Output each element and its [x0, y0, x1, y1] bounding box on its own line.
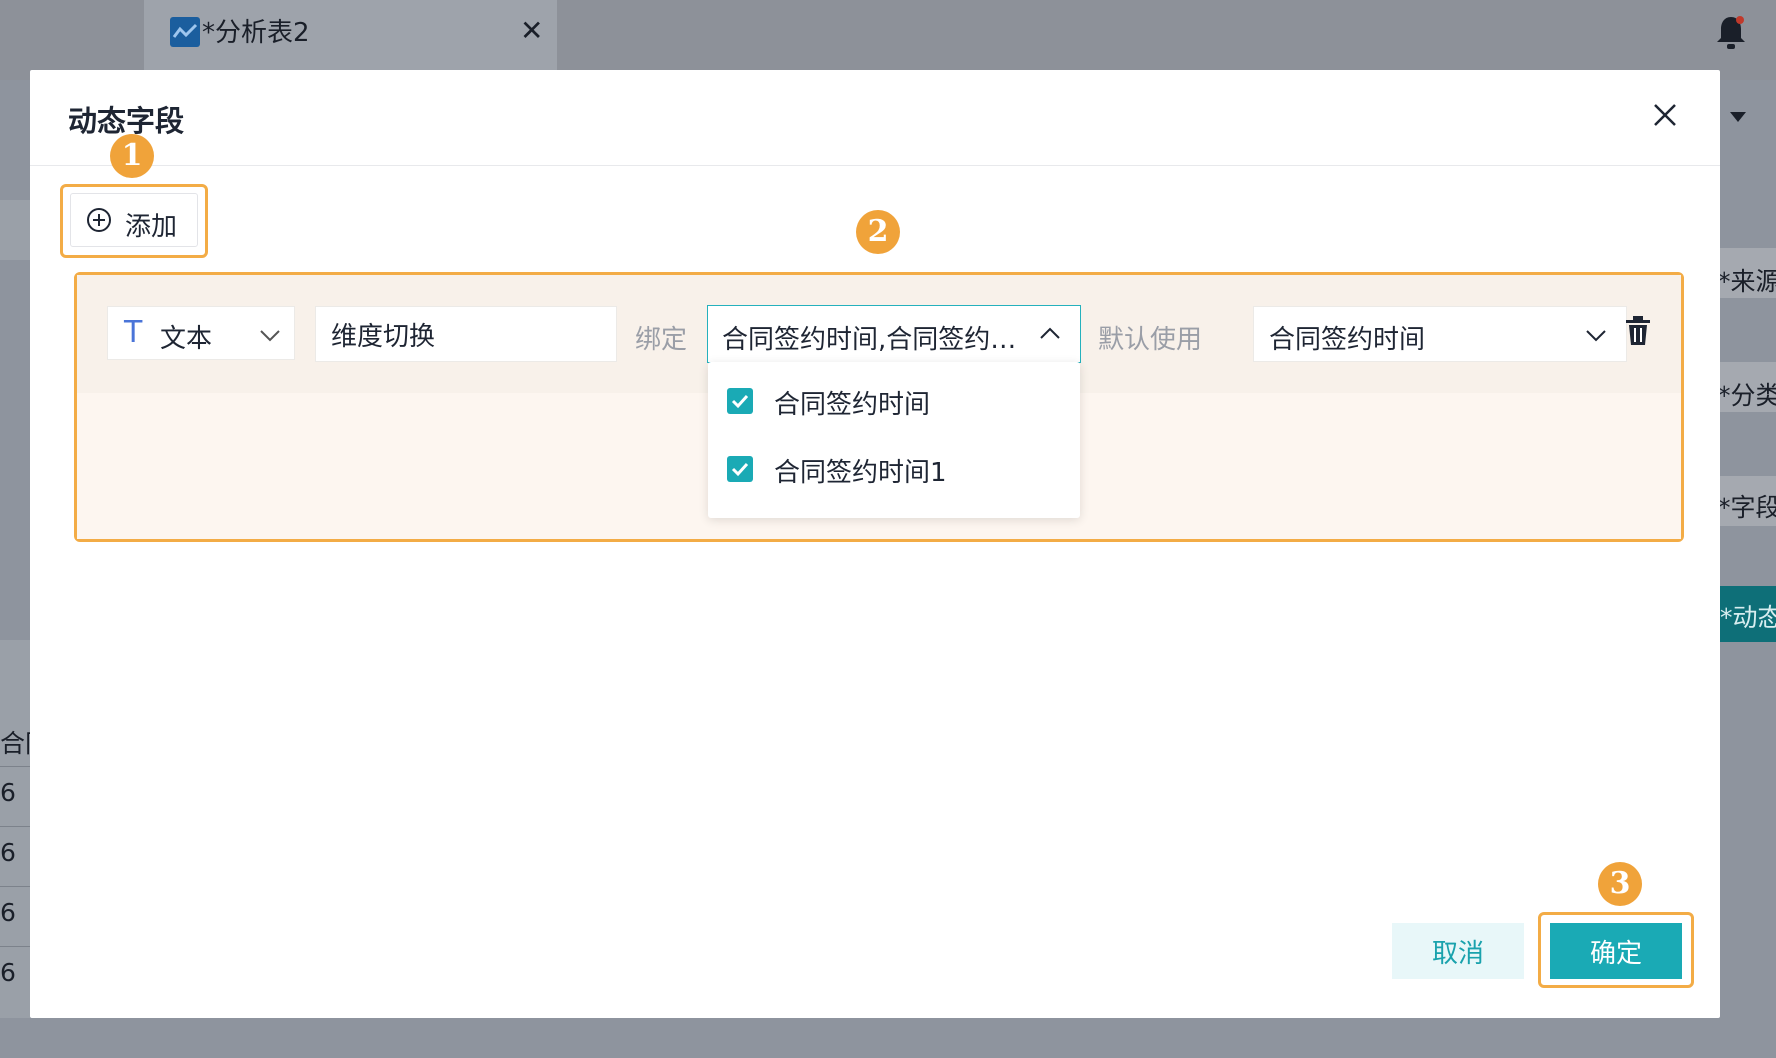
chevron-up-icon	[1038, 322, 1062, 346]
tab-close-icon[interactable]: ✕	[520, 14, 543, 47]
bind-dropdown: 合同签约时间 合同签约时间1	[708, 362, 1080, 518]
checkbox-checked-icon[interactable]	[727, 388, 753, 414]
dropdown-option-label: 合同签约时间1	[774, 458, 947, 488]
side-label-dynamic: *动态	[1720, 603, 1776, 632]
tab-title: *分析表2	[202, 18, 310, 48]
left-cell: 6	[0, 838, 16, 867]
dynamic-field-dialog: 动态字段 1 添加 2 T 文本 绑定	[30, 70, 1720, 1018]
side-label-source[interactable]: *来源	[1718, 262, 1776, 298]
trash-icon[interactable]	[1624, 315, 1652, 347]
plus-circle-icon	[86, 207, 112, 233]
row-divider	[0, 946, 30, 947]
callout-1: 1	[110, 134, 154, 178]
add-button-label: 添加	[125, 212, 178, 242]
left-cell: 6	[0, 898, 16, 927]
default-select[interactable]: 合同签约时间	[1253, 306, 1627, 362]
close-icon[interactable]	[1650, 100, 1680, 130]
bind-label: 绑定	[635, 325, 688, 355]
field-name-input[interactable]	[315, 306, 617, 362]
bind-select[interactable]: 合同签约时间,合同签约时间1	[707, 305, 1081, 363]
chart-icon	[170, 17, 200, 47]
left-strip	[0, 200, 30, 260]
left-cell: 6	[0, 958, 16, 987]
checkbox-checked-icon[interactable]	[727, 456, 753, 482]
chevron-down-icon	[258, 323, 282, 347]
bind-select-value: 合同签约时间,合同签约时间1	[722, 325, 1022, 355]
row-divider	[0, 886, 30, 887]
type-select-label: 文本	[160, 324, 213, 354]
side-label-field[interactable]: *字段	[1718, 488, 1776, 524]
chevron-down-icon	[1584, 323, 1608, 347]
side-item-dynamic[interactable]: *动态	[1720, 586, 1776, 642]
default-label: 默认使用	[1098, 325, 1203, 355]
callout-2: 2	[856, 210, 900, 254]
confirm-button[interactable]: 确定	[1550, 923, 1682, 979]
document-tab[interactable]: *分析表2 ✕	[144, 0, 557, 80]
row-divider	[0, 766, 30, 767]
callout-3: 3	[1598, 862, 1642, 906]
default-select-value: 合同签约时间	[1269, 325, 1426, 355]
chevron-down-icon[interactable]	[1730, 112, 1746, 122]
add-button[interactable]: 添加	[70, 193, 198, 247]
dropdown-option[interactable]: 合同签约时间1	[708, 438, 1080, 500]
cancel-button[interactable]: 取消	[1392, 923, 1524, 979]
dropdown-option-label: 合同签约时间	[774, 390, 931, 420]
type-select[interactable]: T 文本	[107, 306, 295, 360]
side-label-category[interactable]: *分类	[1718, 376, 1776, 412]
text-type-icon: T	[124, 315, 143, 350]
bell-icon[interactable]	[1714, 14, 1748, 50]
dropdown-option[interactable]: 合同签约时间	[708, 370, 1080, 432]
row-divider	[0, 826, 30, 827]
left-cell: 6	[0, 778, 16, 807]
dialog-header: 动态字段	[30, 70, 1720, 166]
